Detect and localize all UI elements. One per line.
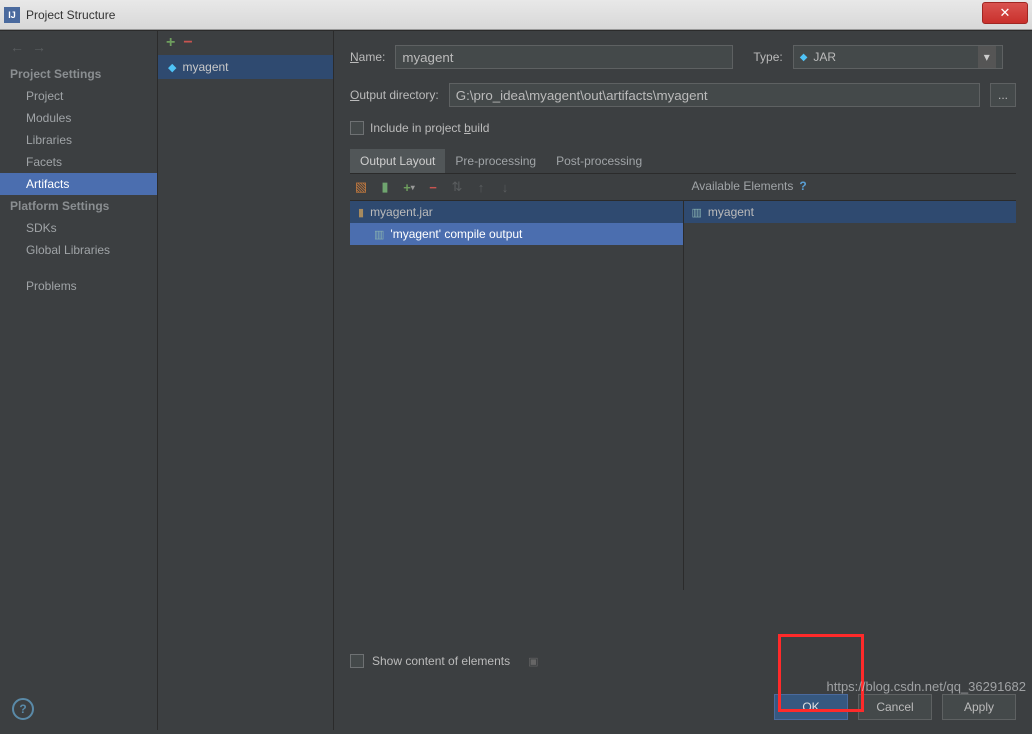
tree-child-label: 'myagent' compile output xyxy=(390,227,522,241)
cancel-button[interactable]: Cancel xyxy=(858,694,932,720)
back-icon[interactable]: ← xyxy=(10,39,24,55)
app-icon: IJ xyxy=(4,7,20,23)
dialog-buttons: OK Cancel Apply xyxy=(774,694,1016,720)
artifact-form: Name: Type: ◆ JAR ▾ Output directory: ..… xyxy=(334,31,1032,730)
sidebar-item-sdks[interactable]: SDKs xyxy=(0,217,157,239)
include-build-label: Include in project build xyxy=(370,121,489,135)
archive-icon: ▮ xyxy=(358,206,364,219)
title-bar: IJ Project Structure ✕ xyxy=(0,0,1032,30)
new-folder-icon[interactable]: ▧ xyxy=(352,178,370,196)
tab-pre-processing[interactable]: Pre-processing xyxy=(445,149,546,173)
sidebar-item-global-libraries[interactable]: Global Libraries xyxy=(0,239,157,261)
show-content-row: Show content of elements ▣ xyxy=(350,654,1016,668)
show-content-checkbox[interactable] xyxy=(350,654,364,668)
output-layout-tree[interactable]: ▮ myagent.jar ▥ 'myagent' compile output xyxy=(350,201,684,590)
show-content-label: Show content of elements xyxy=(372,654,510,668)
available-elements-header: Available Elements ? xyxy=(684,179,815,193)
add-artifact-icon[interactable]: + xyxy=(166,34,175,52)
ok-button[interactable]: OK xyxy=(774,694,848,720)
add-element-icon[interactable]: +▾ xyxy=(400,178,418,196)
available-module-label: myagent xyxy=(708,205,754,219)
available-elements-tree[interactable]: ▥ myagent xyxy=(684,201,1017,223)
output-dir-label: Output directory: xyxy=(350,88,439,102)
name-input[interactable] xyxy=(395,45,733,69)
tab-output-layout[interactable]: Output Layout xyxy=(350,149,445,173)
sidebar-item-project[interactable]: Project xyxy=(0,85,157,107)
sidebar-item-libraries[interactable]: Libraries xyxy=(0,129,157,151)
window-title: Project Structure xyxy=(26,8,982,22)
output-dir-input[interactable] xyxy=(449,83,980,107)
apply-button[interactable]: Apply xyxy=(942,694,1016,720)
name-label: Name: xyxy=(350,50,385,64)
jar-icon: ◆ xyxy=(800,52,808,63)
help-available-icon[interactable]: ? xyxy=(799,179,806,193)
move-down-icon[interactable]: ↓ xyxy=(496,178,514,196)
type-select[interactable]: ◆ JAR ▾ xyxy=(793,45,1003,69)
include-build-row: Include in project build xyxy=(350,121,1016,135)
sidebar-item-problems[interactable]: Problems xyxy=(0,275,157,297)
available-module[interactable]: ▥ myagent xyxy=(684,201,1017,223)
dropdown-arrow-icon: ▾ xyxy=(978,46,996,68)
sort-icon[interactable]: ⇅ xyxy=(448,178,466,196)
folder-icon: ▥ xyxy=(374,228,384,241)
type-label: Type: xyxy=(753,50,782,64)
nav-arrows: ← → xyxy=(0,37,157,63)
sidebar-item-facets[interactable]: Facets xyxy=(0,151,157,173)
show-content-toggle-icon[interactable]: ▣ xyxy=(528,655,538,668)
sidebar-section-platform: Platform Settings xyxy=(0,195,157,217)
sidebar: ← → Project Settings Project Modules Lib… xyxy=(0,31,158,730)
main-content: ← → Project Settings Project Modules Lib… xyxy=(0,30,1032,730)
include-build-checkbox[interactable] xyxy=(350,121,364,135)
browse-button[interactable]: ... xyxy=(990,83,1016,107)
artifact-icon: ◆ xyxy=(168,61,176,74)
tree-root-jar[interactable]: ▮ myagent.jar xyxy=(350,201,683,223)
module-icon: ▥ xyxy=(692,206,702,219)
sidebar-item-artifacts[interactable]: Artifacts xyxy=(0,173,157,195)
tree-compile-output[interactable]: ▥ 'myagent' compile output xyxy=(350,223,683,245)
artifact-item-label: myagent xyxy=(182,60,228,74)
forward-icon[interactable]: → xyxy=(32,39,46,55)
artifacts-toolbar: + − xyxy=(158,31,333,55)
sidebar-section-project: Project Settings xyxy=(0,63,157,85)
remove-artifact-icon[interactable]: − xyxy=(183,34,192,52)
artifact-list-item[interactable]: ◆ myagent xyxy=(158,55,333,79)
tree-root-label: myagent.jar xyxy=(370,205,433,219)
sidebar-item-modules[interactable]: Modules xyxy=(0,107,157,129)
close-button[interactable]: ✕ xyxy=(982,2,1028,24)
move-up-icon[interactable]: ↑ xyxy=(472,178,490,196)
artifacts-list-panel: + − ◆ myagent xyxy=(158,31,334,730)
new-archive-icon[interactable]: ▮ xyxy=(376,178,394,196)
layout-columns: ▮ myagent.jar ▥ 'myagent' compile output… xyxy=(350,200,1016,590)
remove-element-icon[interactable]: − xyxy=(424,178,442,196)
help-button[interactable]: ? xyxy=(12,698,34,720)
layout-tabs: Output Layout Pre-processing Post-proces… xyxy=(350,149,1016,174)
tab-post-processing[interactable]: Post-processing xyxy=(546,149,652,173)
type-value: JAR xyxy=(813,50,836,64)
